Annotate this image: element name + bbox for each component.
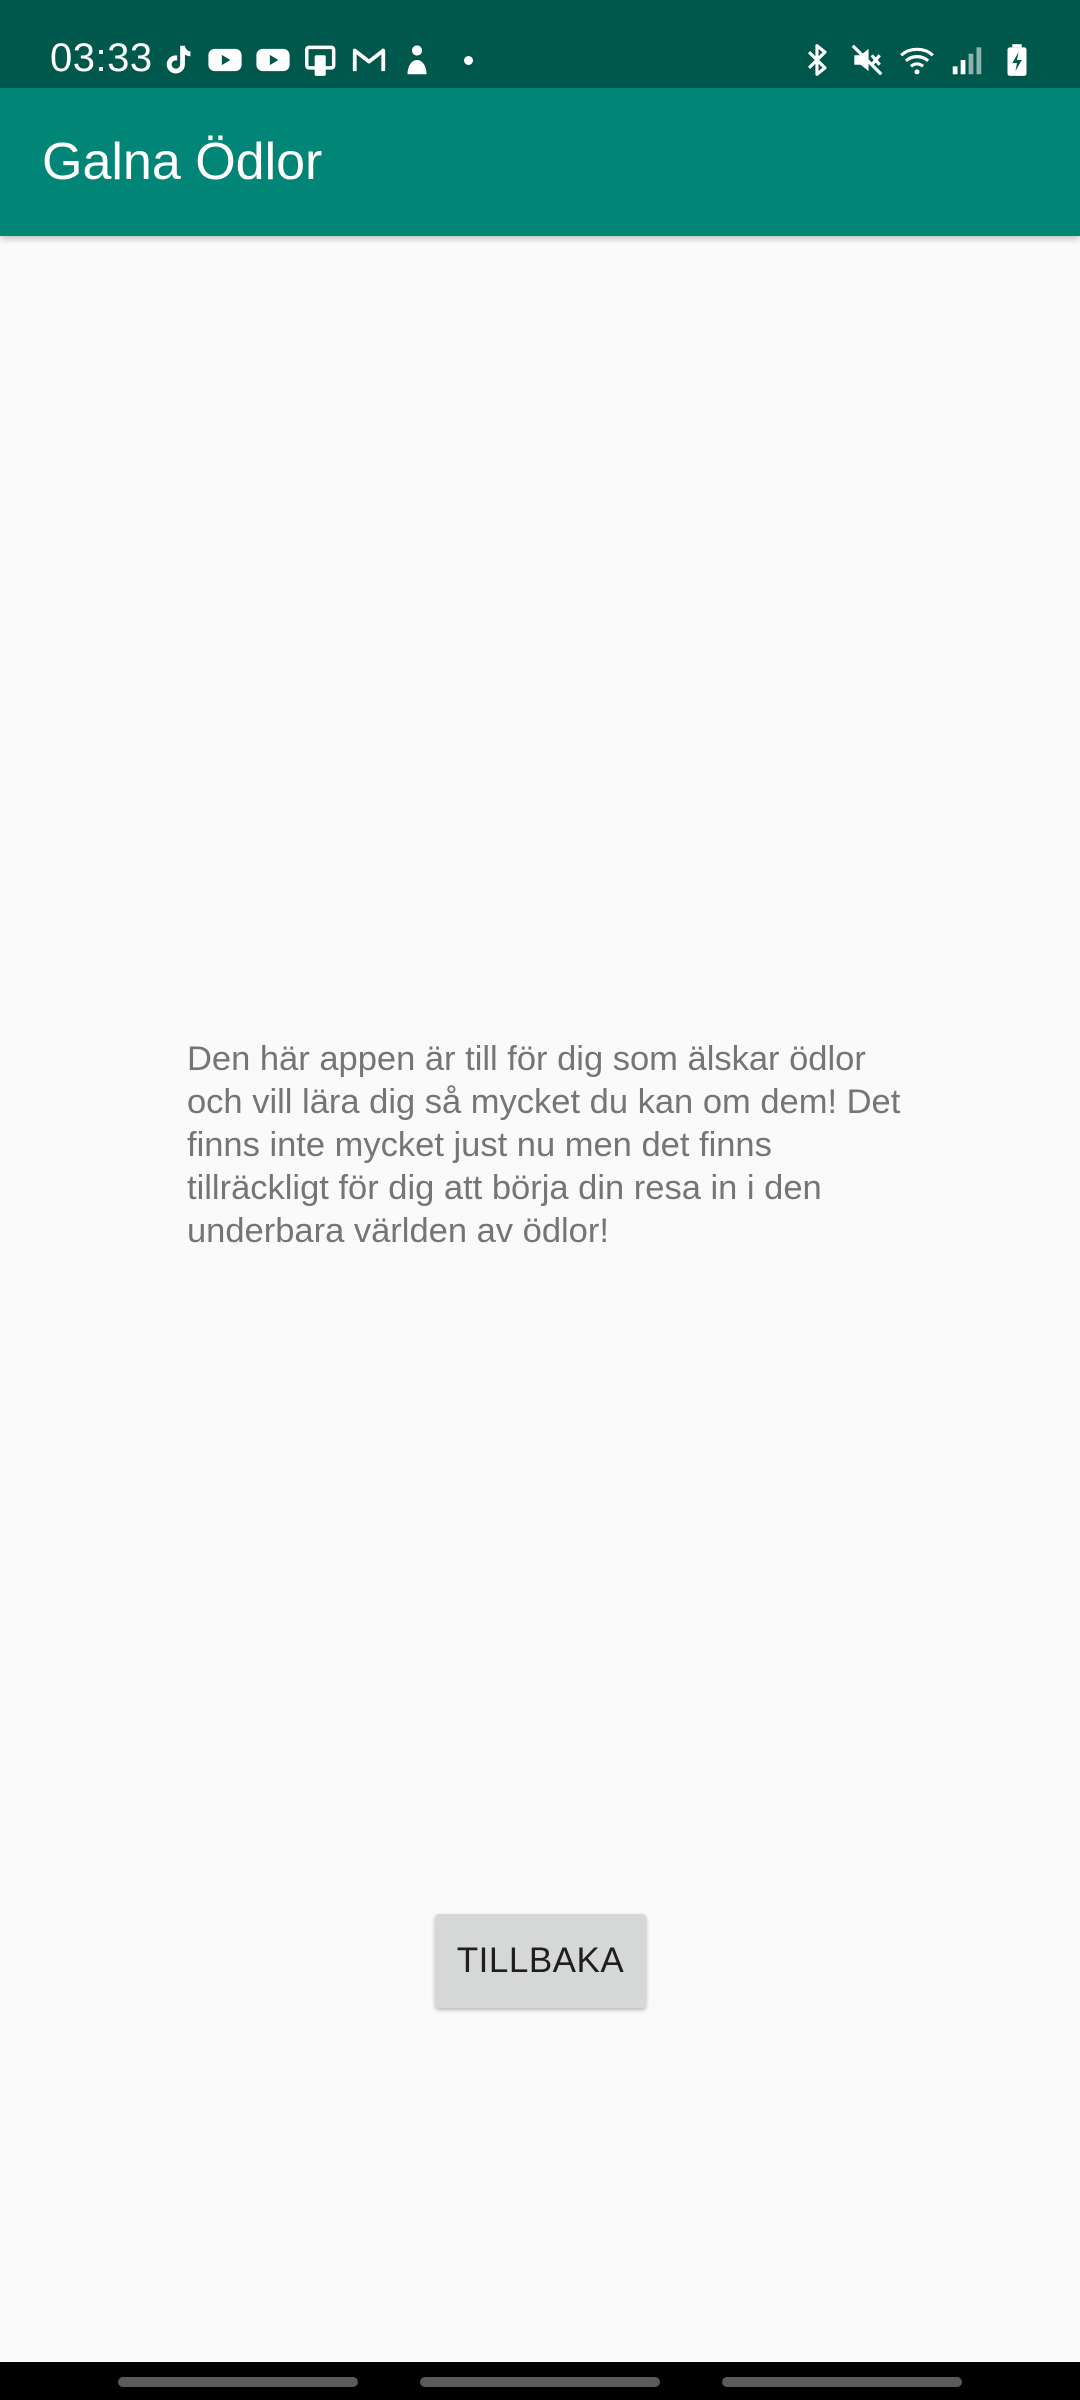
notification-icons [158, 40, 473, 80]
info-text: Den här appen är till för dig som älskar… [187, 1040, 901, 1250]
signal-icon [952, 47, 982, 75]
system-icons [798, 40, 1036, 80]
person-icon [407, 45, 427, 75]
phone-link-icon [305, 45, 336, 76]
navigation-bar [0, 2362, 1080, 2400]
app-bar: Galna Ödlor [0, 88, 1080, 236]
back-button[interactable]: TILLBAKA [435, 1914, 646, 2008]
status-bar: 03:33 [0, 0, 1080, 88]
app-title: Galna Ödlor [42, 133, 323, 191]
bluetooth-icon [807, 44, 827, 76]
home-pill[interactable] [420, 2377, 660, 2387]
back-pill[interactable] [722, 2377, 962, 2387]
battery-charging-icon [1007, 44, 1027, 76]
youtube-icon [256, 48, 290, 72]
wifi-icon [900, 47, 934, 75]
screen: 03:33 Galna Ödlor Den här appen är till … [0, 0, 1080, 2400]
status-time: 03:33 [50, 36, 153, 80]
tiktok-icon [166, 45, 191, 74]
notification-dot-icon [464, 55, 473, 65]
mute-icon [851, 44, 883, 76]
gmail-icon [352, 48, 386, 72]
recents-pill[interactable] [118, 2377, 358, 2387]
youtube-icon [208, 48, 242, 72]
